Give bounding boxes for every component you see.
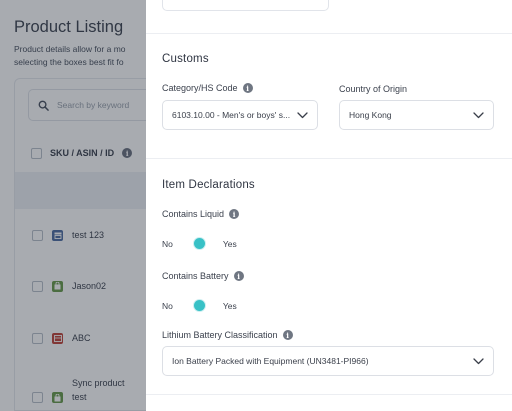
toggle-knob: [193, 238, 205, 249]
country-of-origin-select[interactable]: Hong Kong: [339, 100, 494, 130]
category-value: 6103.10.00 - Men's or boys' s...: [172, 110, 291, 120]
contains-liquid-toggle-row: No Yes: [162, 237, 237, 251]
chevron-down-icon: [297, 111, 308, 118]
toggle-knob: [193, 300, 205, 311]
section-divider: [146, 394, 512, 395]
info-icon[interactable]: i: [282, 330, 293, 340]
origin-value: Hong Kong: [349, 110, 392, 120]
origin-label-text: Country of Origin: [339, 84, 408, 94]
contains-liquid-toggle[interactable]: [180, 237, 215, 251]
item-declarations-section-title: Item Declarations: [162, 179, 255, 191]
lithium-battery-classification-select[interactable]: Ion Battery Packed with Equipment (UN348…: [162, 346, 494, 376]
category-hs-code-select[interactable]: 6103.10.00 - Men's or boys' s...: [162, 100, 318, 130]
contains-liquid-label-text: Contains Liquid: [162, 209, 225, 219]
toggle-on-label: Yes: [222, 301, 237, 311]
section-divider: [146, 158, 512, 159]
origin-field-label: Country of Origin: [339, 84, 407, 94]
lithium-value: Ion Battery Packed with Equipment (UN348…: [172, 356, 369, 366]
category-field-label: Category/HS Code i: [162, 83, 253, 93]
section-divider: [146, 33, 512, 34]
contains-liquid-label: Contains Liquid i: [162, 209, 240, 219]
modal-backdrop[interactable]: [0, 0, 146, 411]
info-icon[interactable]: i: [233, 271, 244, 281]
contains-battery-toggle-row: No Yes: [162, 299, 237, 313]
info-icon[interactable]: i: [242, 83, 253, 93]
top-input-field[interactable]: [162, 0, 329, 11]
toggle-off-label: No: [162, 239, 173, 249]
toggle-off-label: No: [162, 301, 173, 311]
contains-battery-label: Contains Battery i: [162, 271, 244, 281]
toggle-on-label: Yes: [222, 239, 237, 249]
customs-section-title: Customs: [162, 53, 209, 65]
category-label-text: Category/HS Code: [162, 83, 238, 93]
contains-battery-toggle[interactable]: [180, 299, 215, 313]
chevron-down-icon: [473, 357, 484, 364]
lithium-battery-label-text: Lithium Battery Classification: [162, 330, 278, 340]
chevron-down-icon: [473, 111, 484, 118]
contains-battery-label-text: Contains Battery: [162, 271, 229, 281]
lithium-battery-label: Lithium Battery Classification i: [162, 330, 293, 340]
info-icon[interactable]: i: [229, 209, 240, 219]
